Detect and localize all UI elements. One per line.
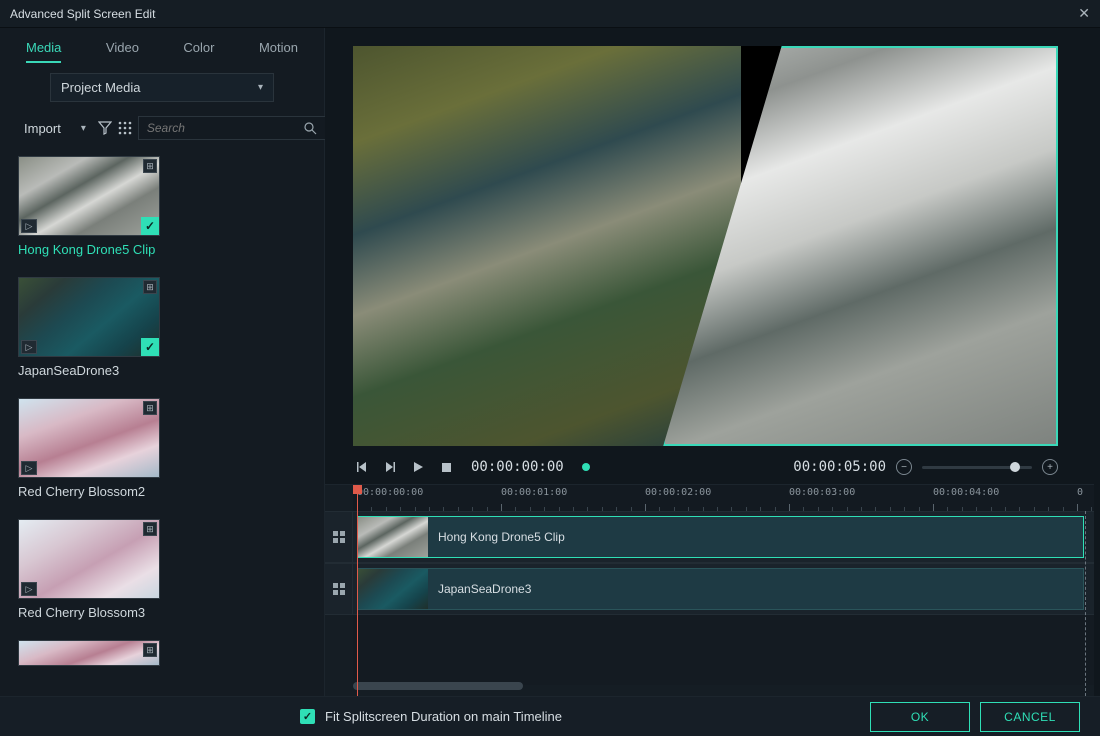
timeline-clip-label: JapanSeaDrone3 <box>428 582 531 596</box>
search-icon[interactable] <box>304 122 317 135</box>
clip-item[interactable]: ⊞ ▷ ✓ Hong Kong Drone5 Clip <box>18 156 306 257</box>
thumbnail-image <box>19 641 159 665</box>
playback-controls: 00:00:00:00 00:00:05:00 − + <box>325 450 1100 484</box>
fit-duration-checkbox[interactable]: ✓ <box>300 709 315 724</box>
import-label: Import <box>24 121 61 136</box>
ruler-mark: 0 <box>1077 487 1083 498</box>
clip-thumbnail[interactable]: ⊞ ▷ ✓ <box>18 277 160 357</box>
filter-icon[interactable] <box>98 121 112 135</box>
clip-item[interactable]: ⊞ ▷ Red Cherry Blossom3 <box>18 519 306 620</box>
source-dropdown-label: Project Media <box>61 80 140 95</box>
video-badge-icon: ▷ <box>21 219 37 233</box>
clip-label: Hong Kong Drone5 Clip <box>18 242 306 257</box>
timeline-track: JapanSeaDrone3 <box>325 563 1094 615</box>
play-button[interactable] <box>409 458 427 476</box>
clip-thumbnail[interactable]: ⊞ <box>18 640 160 666</box>
search-input[interactable] <box>138 116 326 140</box>
current-timecode: 00:00:00:00 <box>471 459 564 475</box>
clip-label: Red Cherry Blossom3 <box>18 605 306 620</box>
marker-dot-icon <box>582 463 590 471</box>
prev-frame-button[interactable] <box>353 458 371 476</box>
clip-label: JapanSeaDrone3 <box>18 363 306 378</box>
timeline-track: Hong Kong Drone5 Clip <box>325 511 1094 563</box>
zoom-out-button[interactable]: − <box>896 459 912 475</box>
ruler-mark: 00:00:04:00 <box>933 487 999 498</box>
zoom-slider[interactable] <box>922 466 1032 469</box>
timeline-clip-label: Hong Kong Drone5 Clip <box>428 530 565 544</box>
split-badge-icon: ⊞ <box>143 643 157 657</box>
checked-icon: ✓ <box>141 338 159 356</box>
thumbnail-image <box>19 278 159 356</box>
source-dropdown[interactable]: Project Media ▾ <box>50 73 274 102</box>
close-icon[interactable]: ✕ <box>1078 5 1090 22</box>
zoom-in-button[interactable]: + <box>1042 459 1058 475</box>
tab-color[interactable]: Color <box>183 40 214 63</box>
left-panel: Media Video Color Motion Project Media ▾… <box>0 28 325 696</box>
ruler-mark: 00:00:02:00 <box>645 487 711 498</box>
window-title: Advanced Split Screen Edit <box>10 7 155 21</box>
tab-motion[interactable]: Motion <box>259 40 298 63</box>
tab-video[interactable]: Video <box>106 40 139 63</box>
timeline-clip-thumb <box>358 569 428 609</box>
clip-label: Red Cherry Blossom2 <box>18 484 306 499</box>
clip-thumbnail[interactable]: ⊞ ▷ ✓ <box>18 156 160 236</box>
source-row: Project Media ▾ <box>0 63 324 110</box>
thumbnail-image <box>19 399 159 477</box>
thumbnail-image <box>19 157 159 235</box>
video-badge-icon: ▷ <box>21 340 37 354</box>
track-header[interactable] <box>325 512 353 562</box>
footer: ✓ Fit Splitscreen Duration on main Timel… <box>0 696 1100 736</box>
grid-view-icon[interactable] <box>118 121 132 135</box>
split-badge-icon: ⊞ <box>143 280 157 294</box>
titlebar: Advanced Split Screen Edit ✕ <box>0 0 1100 28</box>
right-panel: 00:00:00:00 00:00:05:00 − + 00:00:00:00 … <box>325 28 1100 696</box>
stop-button[interactable] <box>437 458 455 476</box>
search-field[interactable] <box>147 121 304 135</box>
panel-tabs: Media Video Color Motion <box>0 28 324 63</box>
clip-thumbnail[interactable]: ⊞ ▷ <box>18 519 160 599</box>
media-toolbar: Import ▾ <box>0 110 324 150</box>
preview-window[interactable] <box>353 46 1058 446</box>
tab-media[interactable]: Media <box>26 40 61 63</box>
timeline-clip[interactable]: Hong Kong Drone5 Clip <box>357 516 1084 558</box>
thumbnail-image <box>19 520 159 598</box>
duration-timecode: 00:00:05:00 <box>793 459 886 475</box>
clip-item[interactable]: ⊞ ▷ Red Cherry Blossom2 <box>18 398 306 499</box>
media-list: ⊞ ▷ ✓ Hong Kong Drone5 Clip ⊞ ▷ ✓ JapanS… <box>0 150 324 696</box>
clip-end-marker <box>1085 511 1086 696</box>
track-grid-icon <box>333 583 345 595</box>
video-badge-icon: ▷ <box>21 582 37 596</box>
timeline-clip-thumb <box>358 517 428 557</box>
horizontal-scrollbar[interactable] <box>353 682 523 690</box>
cancel-button[interactable]: CANCEL <box>980 702 1080 732</box>
ruler-ticks <box>353 503 1094 511</box>
chevron-down-icon: ▾ <box>81 123 86 134</box>
video-badge-icon: ▷ <box>21 461 37 475</box>
checked-icon: ✓ <box>141 217 159 235</box>
split-badge-icon: ⊞ <box>143 401 157 415</box>
next-frame-button[interactable] <box>381 458 399 476</box>
chevron-down-icon: ▾ <box>258 82 263 93</box>
ruler-mark: 00:00:03:00 <box>789 487 855 498</box>
timeline-empty[interactable] <box>353 615 1094 685</box>
track-header[interactable] <box>325 564 353 614</box>
ok-button[interactable]: OK <box>870 702 970 732</box>
time-ruler[interactable]: 00:00:00:00 00:00:01:00 00:00:02:00 00:0… <box>353 485 1094 511</box>
clip-item[interactable]: ⊞ ▷ ✓ JapanSeaDrone3 <box>18 277 306 378</box>
ruler-mark: 00:00:01:00 <box>501 487 567 498</box>
main: Media Video Color Motion Project Media ▾… <box>0 28 1100 696</box>
ruler-mark: 00:00:00:00 <box>357 487 423 498</box>
timeline-clip[interactable]: JapanSeaDrone3 <box>357 568 1084 610</box>
clip-thumbnail[interactable]: ⊞ ▷ <box>18 398 160 478</box>
track-grid-icon <box>333 531 345 543</box>
clip-item[interactable]: ⊞ <box>18 640 306 666</box>
split-badge-icon: ⊞ <box>143 159 157 173</box>
timeline: 00:00:00:00 00:00:01:00 00:00:02:00 00:0… <box>325 484 1094 696</box>
fit-duration-label: Fit Splitscreen Duration on main Timelin… <box>325 709 562 724</box>
split-badge-icon: ⊞ <box>143 522 157 536</box>
playhead[interactable] <box>357 485 358 696</box>
import-button[interactable]: Import ▾ <box>18 117 92 140</box>
zoom-handle[interactable] <box>1010 462 1020 472</box>
